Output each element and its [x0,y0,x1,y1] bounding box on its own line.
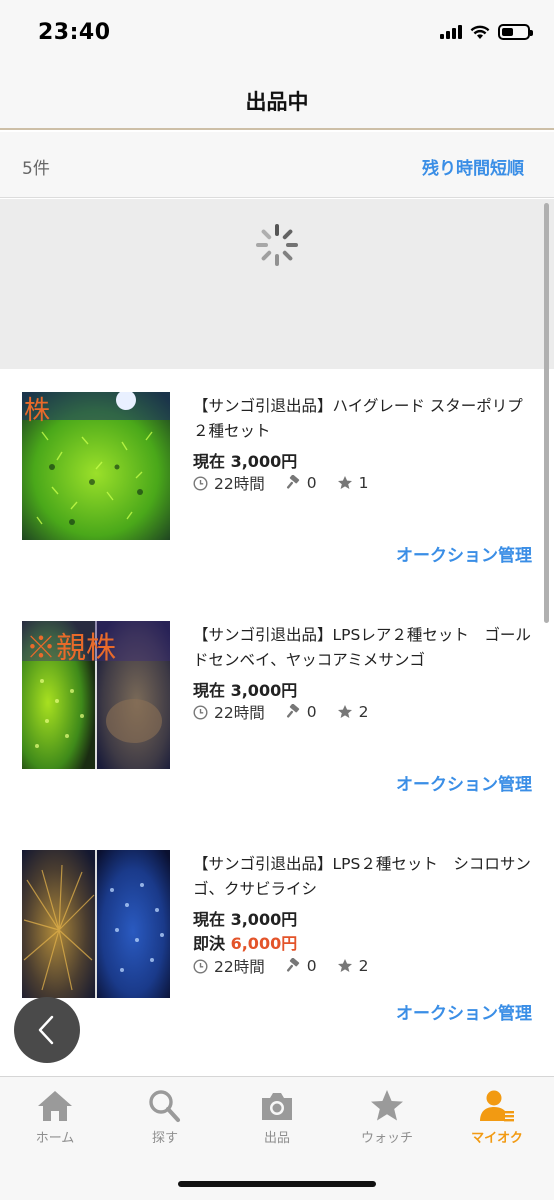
sort-button[interactable]: 残り時間短順 [422,154,524,179]
wifi-icon [470,25,490,39]
current-price-value: 3,000円 [230,452,298,471]
gavel-icon [286,958,299,972]
time-left: 22時間 [214,704,265,722]
battery-icon [498,24,533,40]
bid-count: 0 [306,957,317,975]
item-meta: 22時間 0 2 [193,701,368,723]
list-item[interactable]: 株 【サンゴ引退出品】ハイグレード スターポリプ ２種セット 現在 3,000円… [0,370,554,598]
watch-star-icon [337,705,352,718]
current-price: 現在 3,000円 [193,906,297,930]
item-meta: 22時間 0 1 [193,472,368,494]
current-price-value: 3,000円 [230,910,298,929]
tab-my-auction-label: マイオク [471,1131,523,1146]
clock-icon [193,475,208,491]
home-indicator[interactable] [178,1181,376,1187]
current-price-value: 3,000円 [230,681,298,700]
current-price: 現在 3,000円 [193,448,297,472]
auction-manage-button[interactable]: オークション管理 [396,770,532,795]
nav-bar: 出品中 [0,66,554,130]
list-item[interactable]: ※親株 【サンゴ引退出品】LPSレア２種セット ゴールドセンベイ、ヤッコアミメサ… [0,599,554,827]
current-price-label: 現在 [193,910,226,929]
thumbnail-overlay-text: ※親株 [26,631,116,666]
item-thumbnail[interactable]: ※親株 [22,621,170,769]
clock-icon [193,704,208,720]
item-title[interactable]: 【サンゴ引退出品】ハイグレード スターポリプ ２種セット [193,394,538,444]
item-thumbnail[interactable] [22,850,170,998]
bid-count: 0 [306,703,317,721]
thumbnail-overlay-text: 株 [24,396,51,426]
tab-watch[interactable]: ウォッチ [332,1089,442,1146]
status-bar: 23:40 [0,0,554,66]
user-icon [480,1090,514,1122]
buy-now-value: 6,000円 [230,934,298,953]
time-left: 22時間 [214,958,265,976]
tab-watch-label: ウォッチ [360,1131,413,1146]
current-price: 現在 3,000円 [193,677,297,701]
tab-home-label: ホーム [35,1131,75,1146]
chevron-left-icon [38,1015,54,1045]
auction-manage-button[interactable]: オークション管理 [396,999,532,1024]
status-time: 23:40 [38,20,111,45]
bid-count: 0 [306,474,317,492]
tab-sell-label: 出品 [263,1131,290,1146]
watch-star-icon [337,476,352,489]
tab-home[interactable]: ホーム [0,1089,110,1146]
item-thumbnail[interactable]: 株 [22,392,170,540]
loading-spinner-icon [256,224,298,266]
page-title: 出品中 [245,90,309,114]
back-button[interactable] [14,997,80,1063]
search-icon [149,1090,181,1123]
item-title[interactable]: 【サンゴ引退出品】LPSレア２種セット ゴールドセンベイ、ヤッコアミメサンゴ [193,623,533,673]
time-left: 22時間 [214,475,265,493]
star-icon [371,1090,403,1121]
tab-sell[interactable]: 出品 [222,1089,332,1146]
list-header: 5件 残り時間短順 [0,132,554,198]
clock-icon [193,958,208,974]
item-meta: 22時間 0 2 [193,955,368,977]
buy-now-price: 即決 6,000円 [193,930,297,954]
auction-manage-button[interactable]: オークション管理 [396,541,532,566]
watch-count: 2 [358,703,369,721]
current-price-label: 現在 [193,452,226,471]
tab-my-auction[interactable]: マイオク [442,1089,552,1146]
tab-search-label: 探す [151,1131,178,1146]
watch-count: 2 [358,957,369,975]
item-title[interactable]: 【サンゴ引退出品】LPS２種セット シコロサンゴ、クサビライシ [193,852,533,902]
watch-star-icon [337,959,352,972]
item-count: 5件 [22,159,50,179]
camera-icon [262,1093,292,1120]
gavel-icon [286,704,299,718]
list-item[interactable]: 【サンゴ引退出品】LPS２種セット シコロサンゴ、クサビライシ 現在 3,000… [0,828,554,1056]
home-icon [38,1091,72,1121]
buy-now-label: 即決 [193,934,226,953]
tab-search[interactable]: 探す [110,1089,220,1146]
gavel-icon [286,475,299,489]
current-price-label: 現在 [193,681,226,700]
status-icons [440,24,533,40]
watch-count: 1 [358,474,369,492]
cellular-signal-icon [440,25,462,39]
